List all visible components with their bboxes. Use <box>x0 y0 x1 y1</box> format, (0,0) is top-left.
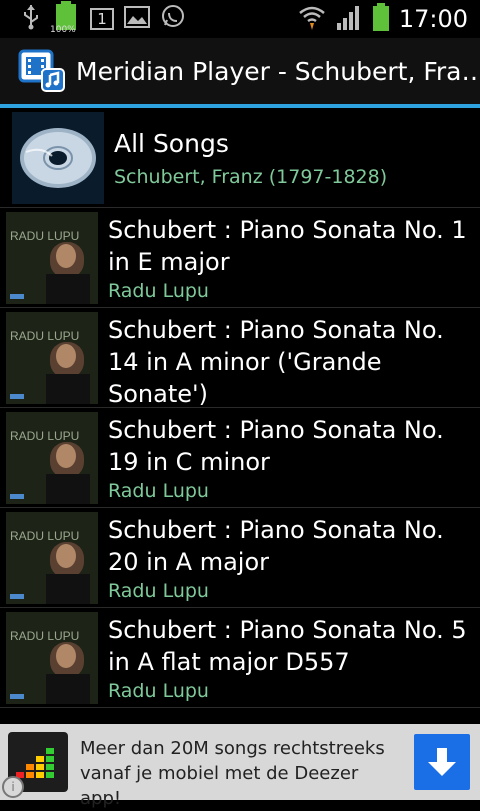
svg-text:RADU LUPU: RADU LUPU <box>10 229 79 243</box>
whatsapp-icon <box>160 4 186 34</box>
list-item-title: All Songs <box>114 129 229 158</box>
page-title: Meridian Player - Schubert, Fra… <box>76 56 480 86</box>
clock: 17:00 <box>398 5 468 33</box>
list-item-subtitle: Schubert, Franz (1797-1828) <box>114 166 388 188</box>
list-item-artist: Radu Lupu <box>108 480 209 502</box>
list-item[interactable]: RADU LUPU Schubert : Piano Sonata No. 19… <box>0 408 480 508</box>
album-art: RADU LUPU <box>6 312 98 404</box>
list-item[interactable]: RADU LUPU Schubert : Piano Sonata No. 5 … <box>0 608 480 708</box>
wifi-icon <box>297 3 327 35</box>
list-item-title: Schubert : Piano Sonata No. 20 in A majo… <box>108 516 444 576</box>
list-item-artist: Radu Lupu <box>108 280 209 302</box>
usb-icon <box>20 3 42 35</box>
status-bar: 100% 1 17:00 <box>0 0 480 38</box>
disc-icon <box>12 112 104 204</box>
svg-text:RADU LUPU: RADU LUPU <box>10 329 79 343</box>
svg-text:RADU LUPU: RADU LUPU <box>10 629 79 643</box>
list-item[interactable]: RADU LUPU Schubert : Piano Sonata No. 20… <box>0 508 480 608</box>
list-item-title: Schubert : Piano Sonata No. 1 in E major <box>108 216 467 276</box>
battery-full-icon: 100% <box>50 1 80 37</box>
ad-banner[interactable]: Meer dan 20M songs rechtstreeks vanaf je… <box>0 724 480 809</box>
battery-percent-label: 100% <box>50 25 76 35</box>
list-item-title: Schubert : Piano Sonata No. 14 in A mino… <box>108 316 444 408</box>
list-item-title: Schubert : Piano Sonata No. 5 in A flat … <box>108 616 467 676</box>
signal-icon <box>335 3 363 35</box>
album-art: RADU LUPU <box>6 212 98 304</box>
download-arrow-icon <box>428 748 456 776</box>
ad-info-icon[interactable]: i <box>2 776 24 798</box>
app-logo-icon[interactable] <box>18 45 66 97</box>
list-item-artist: Radu Lupu <box>108 680 209 702</box>
album-art: RADU LUPU <box>6 612 98 704</box>
song-list: All Songs Schubert, Franz (1797-1828) RA… <box>0 108 480 720</box>
list-item-title: Schubert : Piano Sonata No. 19 in C mino… <box>108 416 444 476</box>
list-item-artist: Radu Lupu <box>108 580 209 602</box>
album-art: RADU LUPU <box>6 512 98 604</box>
battery-icon <box>371 2 391 36</box>
list-item[interactable]: RADU LUPU Schubert : Piano Sonata No. 14… <box>0 308 480 408</box>
svg-text:RADU LUPU: RADU LUPU <box>10 529 79 543</box>
gallery-icon <box>124 6 150 32</box>
list-item[interactable]: RADU LUPU Schubert : Piano Sonata No. 1 … <box>0 208 480 308</box>
notification-count-icon: 1 <box>90 8 114 30</box>
list-item-all-songs[interactable]: All Songs Schubert, Franz (1797-1828) <box>0 108 480 208</box>
action-bar: Meridian Player - Schubert, Fra… <box>0 38 480 104</box>
svg-text:RADU LUPU: RADU LUPU <box>10 429 79 443</box>
album-art: RADU LUPU <box>6 412 98 504</box>
download-button[interactable] <box>414 734 470 790</box>
